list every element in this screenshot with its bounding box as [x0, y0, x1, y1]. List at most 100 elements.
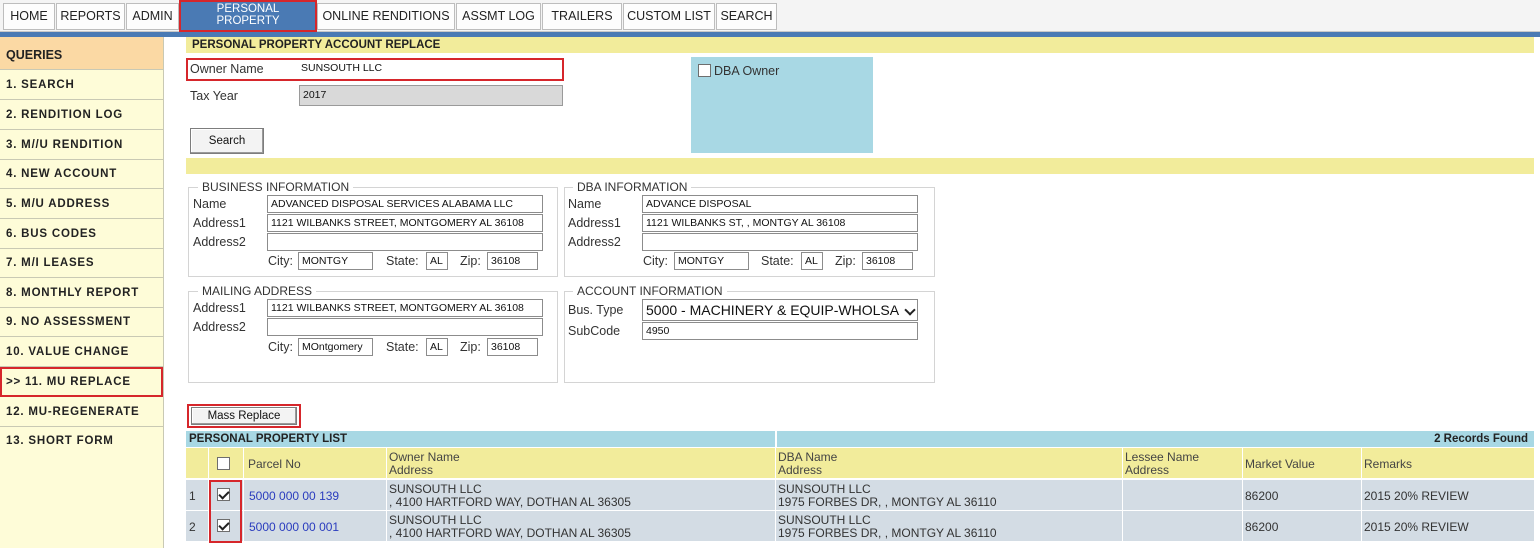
sidebar-item-mu-regenerate[interactable]: 12. MU-REGENERATE [0, 397, 163, 427]
dba-name: SUNSOUTH LLC [778, 482, 871, 496]
owner-address: , 4100 HARTFORD WAY, DOTHAN AL 36305 [389, 495, 631, 509]
dba-address: 1975 FORBES DR, , MONTGY AL 36110 [778, 495, 997, 509]
mailing-address1-label: Address1 [193, 301, 246, 315]
dba-information-legend: DBA INFORMATION [573, 180, 692, 194]
sidebar-item-short-form[interactable]: 13. SHORT FORM [0, 426, 163, 456]
dba-name: SUNSOUTH LLC [778, 513, 871, 527]
bus-type-select[interactable]: 5000 - MACHINERY & EQUIP-WHOLSA [642, 299, 918, 321]
subcode-label: SubCode [568, 324, 621, 338]
business-information-legend: BUSINESS INFORMATION [198, 180, 354, 194]
dba-name-input[interactable]: ADVANCE DISPOSAL [642, 195, 918, 213]
market-value: 86200 [1245, 520, 1279, 534]
owner-name: SUNSOUTH LLC [389, 513, 482, 527]
nav-personal-property-line1: PERSONAL [216, 3, 280, 15]
column-divider [243, 448, 244, 542]
tax-year-input[interactable]: 2017 [299, 85, 563, 106]
sidebar-item-value-change[interactable]: 10. VALUE CHANGE [0, 337, 163, 367]
business-address1-input[interactable]: 1121 WILBANKS STREET, MONTGOMERY AL 3610… [267, 214, 543, 232]
sidebar-item-new-account[interactable]: 4. NEW ACCOUNT [0, 159, 163, 189]
sidebar-item-rendition-log[interactable]: 2. RENDITION LOG [0, 100, 163, 130]
sidebar: QUERIES 1. SEARCH 2. RENDITION LOG 3. M/… [0, 37, 164, 548]
dba-city-label: City: [643, 254, 668, 268]
mailing-address-legend: MAILING ADDRESS [198, 284, 317, 298]
dba-state-input[interactable]: AL [801, 252, 823, 270]
mailing-address1-input[interactable]: 1121 WILBANKS STREET, MONTGOMERY AL 3610… [267, 299, 543, 317]
mailing-city-label: City: [268, 340, 293, 354]
nav-online-renditions[interactable]: ONLINE RENDITIONS [317, 3, 455, 30]
nav-assmt-log[interactable]: ASSMT LOG [456, 3, 541, 30]
sidebar-item-search[interactable]: 1. SEARCH [0, 70, 163, 100]
sidebar-item-monthly-report[interactable]: 8. MONTHLY REPORT [0, 278, 163, 308]
column-divider [1122, 448, 1123, 542]
mailing-state-input[interactable]: AL [426, 338, 448, 356]
nav-admin[interactable]: ADMIN [126, 3, 179, 30]
dba-owner-label: DBA Owner [714, 64, 780, 78]
dba-zip-input[interactable]: 36108 [862, 252, 913, 270]
mass-replace-button[interactable]: Mass Replace [191, 407, 297, 425]
section-divider [186, 158, 1534, 174]
business-zip-input[interactable]: 36108 [487, 252, 538, 270]
dba-address1-label: Address1 [568, 216, 621, 230]
dba-address1-input[interactable]: 1121 WILBANKS ST, , MONTGY AL 36108 [642, 214, 918, 232]
owner-name-label: Owner Name [190, 62, 264, 76]
nav-custom-list[interactable]: CUSTOM LIST [623, 3, 715, 30]
search-button[interactable]: Search [190, 128, 264, 154]
dba-address2-label: Address2 [568, 235, 621, 249]
column-divider [775, 448, 776, 542]
business-state-input[interactable]: AL [426, 252, 448, 270]
mailing-zip-input[interactable]: 36108 [487, 338, 538, 356]
col-dba-address[interactable]: Address [778, 464, 822, 477]
row-number: 1 [189, 489, 196, 503]
top-nav: HOME REPORTS ADMIN PERSONAL PROPERTY ONL… [0, 0, 1540, 32]
business-name-label: Name [193, 197, 227, 211]
col-parcel-no[interactable]: Parcel No [248, 458, 301, 471]
tax-year-label: Tax Year [190, 89, 238, 103]
parcel-link[interactable]: 5000 000 00 139 [249, 490, 339, 502]
col-lessee-address[interactable]: Address [1125, 464, 1169, 477]
business-state-label: State: [386, 254, 419, 268]
account-information-legend: ACCOUNT INFORMATION [573, 284, 727, 298]
business-zip-label: Zip: [460, 254, 481, 268]
nav-reports[interactable]: REPORTS [56, 3, 125, 30]
business-address1-label: Address1 [193, 216, 246, 230]
select-all-checkbox[interactable] [217, 457, 230, 470]
chevron-down-icon [904, 304, 916, 316]
market-value: 86200 [1245, 489, 1279, 503]
owner-name-input[interactable]: SUNSOUTH LLC [298, 60, 561, 78]
nav-personal-property-line2: PROPERTY [216, 15, 280, 27]
sidebar-item-mu-rendition[interactable]: 3. M//U RENDITION [0, 130, 163, 160]
mailing-address2-input[interactable] [267, 318, 543, 336]
sidebar-item-mi-leases[interactable]: 7. M/I LEASES [0, 248, 163, 278]
dba-address2-input[interactable] [642, 233, 918, 251]
nav-search[interactable]: SEARCH [716, 3, 777, 30]
business-name-input[interactable]: ADVANCED DISPOSAL SERVICES ALABAMA LLC [267, 195, 543, 213]
dba-city-input[interactable]: MONTGY [674, 252, 749, 270]
nav-trailers[interactable]: TRAILERS [542, 3, 622, 30]
row-checkboxes-highlight [209, 480, 242, 543]
owner-address: , 4100 HARTFORD WAY, DOTHAN AL 36305 [389, 526, 631, 540]
business-address2-input[interactable] [267, 233, 543, 251]
subcode-input[interactable]: 4950 [642, 322, 918, 340]
sidebar-item-no-assessment[interactable]: 9. NO ASSESSMENT [0, 307, 163, 337]
sidebar-header: QUERIES [0, 37, 163, 70]
remarks: 2015 20% REVIEW [1364, 489, 1469, 503]
sidebar-item-mu-address[interactable]: 5. M/U ADDRESS [0, 189, 163, 219]
dba-owner-panel: DBA Owner [691, 57, 873, 153]
bus-type-label: Bus. Type [568, 303, 624, 317]
nav-personal-property[interactable]: PERSONAL PROPERTY [179, 0, 317, 32]
business-city-input[interactable]: MONTGY [298, 252, 373, 270]
remarks: 2015 20% REVIEW [1364, 520, 1469, 534]
col-remarks[interactable]: Remarks [1364, 458, 1412, 471]
business-city-label: City: [268, 254, 293, 268]
col-market-value[interactable]: Market Value [1245, 458, 1315, 471]
sidebar-item-mu-replace[interactable]: >> 11. MU REPLACE [0, 367, 163, 397]
nav-home[interactable]: HOME [3, 3, 55, 30]
mailing-city-input[interactable]: MOntgomery [298, 338, 373, 356]
col-owner-address[interactable]: Address [389, 464, 433, 477]
parcel-link[interactable]: 5000 000 00 001 [249, 521, 339, 533]
sidebar-item-bus-codes[interactable]: 6. BUS CODES [0, 219, 163, 249]
mailing-zip-label: Zip: [460, 340, 481, 354]
owner-name: SUNSOUTH LLC [389, 482, 482, 496]
dba-owner-checkbox[interactable] [698, 64, 711, 77]
row-number: 2 [189, 520, 196, 534]
